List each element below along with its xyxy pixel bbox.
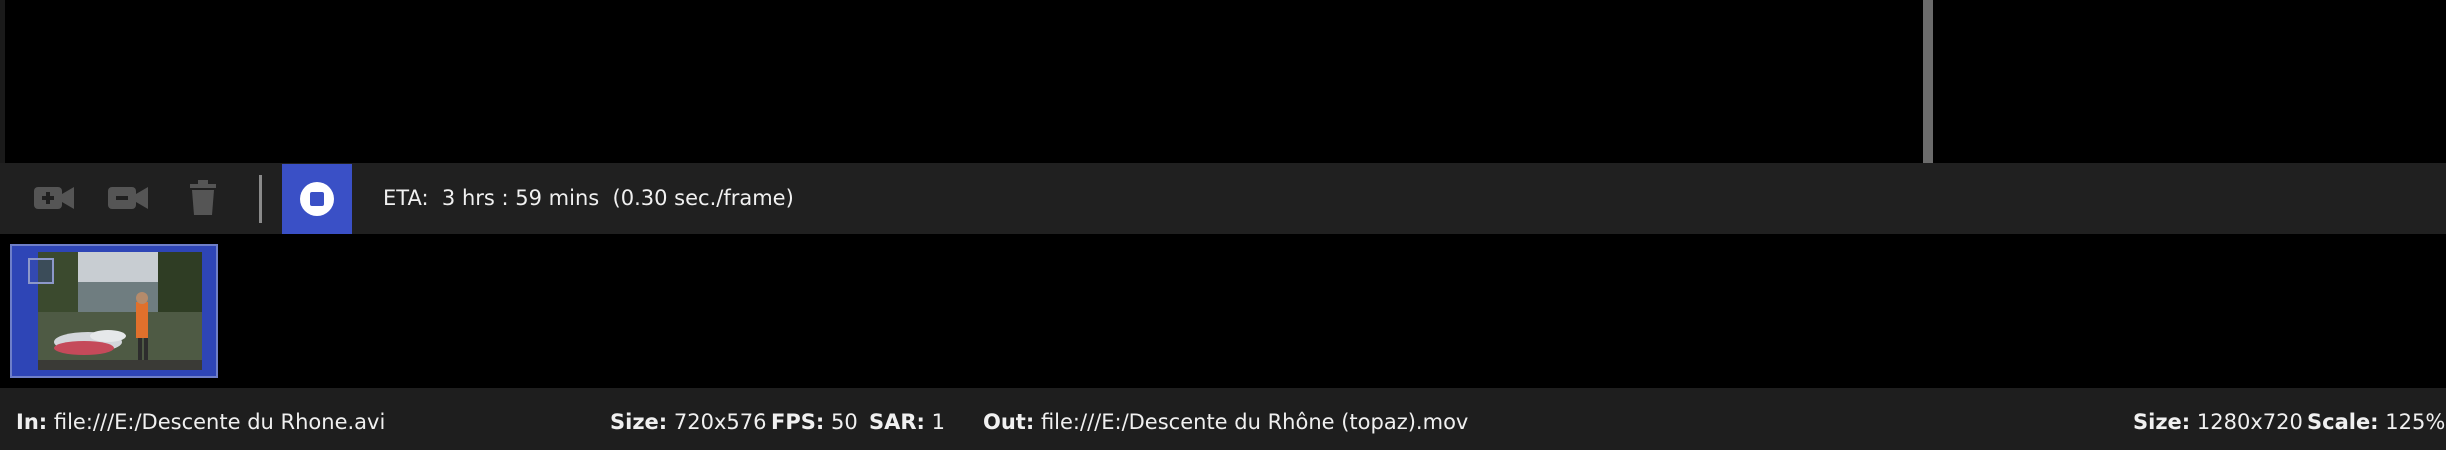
sar-label: SAR:	[869, 410, 925, 434]
preview-area	[0, 0, 2446, 163]
trash-icon	[190, 180, 216, 215]
scale-info: Scale: 125%	[2307, 410, 2445, 434]
video-plus-icon	[34, 187, 74, 209]
queue-item-checkbox[interactable]	[28, 258, 54, 284]
stop-button[interactable]	[282, 164, 352, 234]
scale-label: Scale:	[2307, 410, 2379, 434]
size-value: 720x576	[673, 410, 767, 434]
output-size-info: Size: 1280x720	[2133, 410, 2303, 434]
sar-value: 1	[931, 410, 946, 434]
input-size-info: Size: 720x576	[610, 410, 766, 434]
fps-label: FPS:	[771, 410, 825, 434]
preview-edge	[0, 0, 5, 163]
fps-info: FPS: 50	[771, 410, 858, 434]
in-label: In:	[16, 410, 48, 434]
video-minus-icon	[108, 187, 148, 209]
queue-item[interactable]	[10, 244, 218, 378]
stop-icon	[300, 182, 334, 216]
sar-info: SAR: 1	[869, 410, 945, 434]
input-file-info: In: file:///E:/Descente du Rhone.avi	[16, 410, 385, 434]
scale-value: 125%	[2385, 410, 2446, 434]
toolbar	[0, 163, 2446, 234]
preview-splitter[interactable]	[1923, 0, 1933, 163]
out-value: file:///E:/Descente du Rhône (topaz).mov	[1040, 410, 1469, 434]
delete-button[interactable]	[175, 170, 231, 226]
eta-text: ETA: 3 hrs : 59 mins (0.30 sec./frame)	[383, 186, 794, 210]
out-label: Out:	[983, 410, 1035, 434]
video-thumbnail	[38, 252, 202, 370]
out-size-value: 1280x720	[2196, 410, 2303, 434]
in-value: file:///E:/Descente du Rhone.avi	[53, 410, 386, 434]
eta-label: ETA:	[383, 186, 429, 210]
size-label: Size:	[610, 410, 668, 434]
output-file-info: Out: file:///E:/Descente du Rhône (topaz…	[983, 410, 1468, 434]
add-video-button[interactable]	[26, 170, 82, 226]
out-size-label: Size:	[2133, 410, 2191, 434]
toolbar-separator	[259, 175, 262, 223]
queue-area	[0, 234, 2446, 388]
fps-value: 50	[830, 410, 858, 434]
eta-value: 3 hrs : 59 mins (0.30 sec./frame)	[441, 186, 794, 210]
remove-video-button[interactable]	[100, 170, 156, 226]
